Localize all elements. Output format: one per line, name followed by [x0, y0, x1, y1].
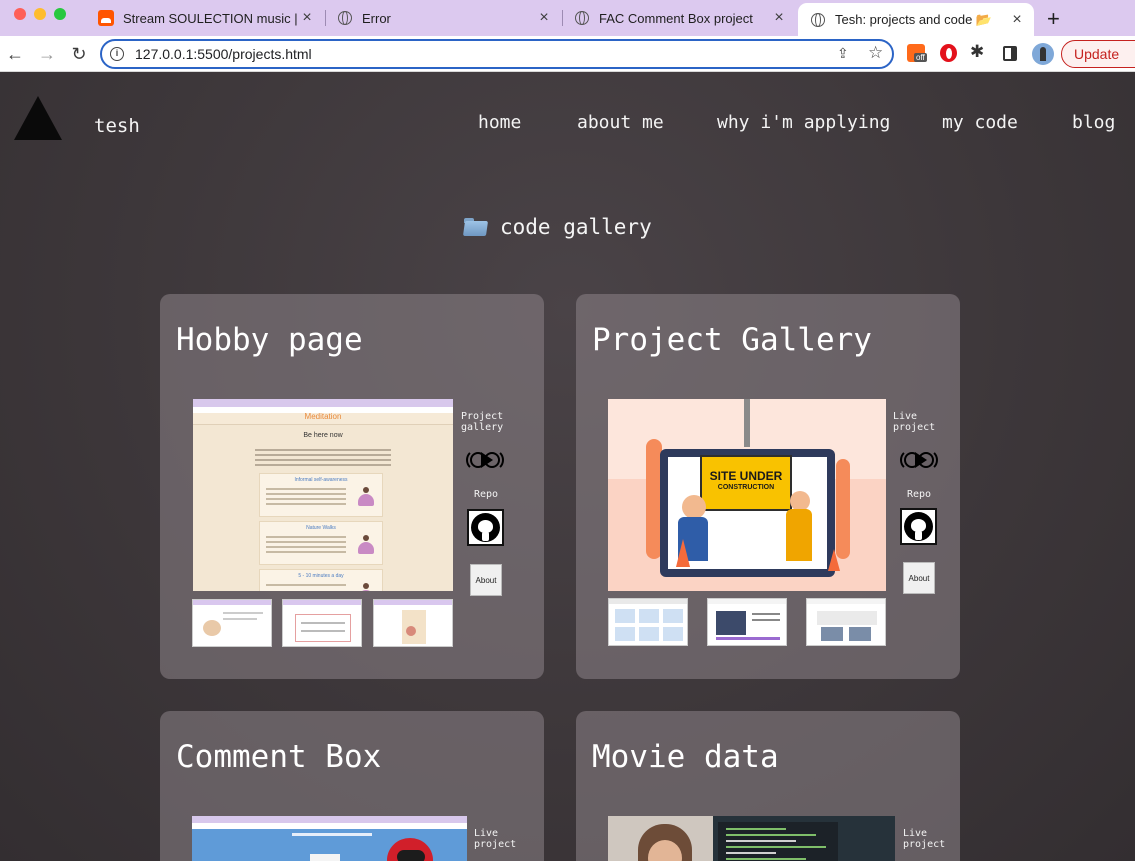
new-tab-plus-icon[interactable]: + [1047, 6, 1060, 32]
preview-text-line [255, 464, 391, 466]
preview-tabbar [193, 399, 453, 407]
gallery-title-text: code gallery [500, 215, 652, 239]
preview-subheading: Be here now [303, 432, 343, 439]
preview-section: Nature Walks [259, 521, 383, 565]
preview-section-title: 5 - 10 minutes a day [298, 573, 344, 579]
puzzle-extensions-icon[interactable]: ✱ [970, 42, 984, 62]
preview-text-line [255, 449, 391, 451]
extension-badge: off [914, 53, 927, 62]
preview-text-line [255, 454, 391, 456]
project-link-label[interactable]: Live project [474, 828, 544, 850]
forward-arrow-icon[interactable]: → [35, 42, 59, 66]
extension-icon[interactable]: off [907, 44, 927, 62]
screenshot-thumbnail[interactable] [192, 599, 272, 647]
screenshot-thumbnail[interactable] [707, 598, 787, 646]
about-button[interactable]: About [903, 562, 935, 594]
project-card-hobby: Hobby page Meditation Be here now Inform… [160, 294, 544, 679]
screenshot-thumbnail[interactable] [373, 599, 453, 647]
tab-title: Stream SOULECTION music | L [123, 10, 300, 26]
live-broadcast-icon[interactable] [466, 446, 504, 474]
project-screenshot[interactable] [608, 816, 895, 861]
project-card-comment-box: Comment Box Live project [160, 711, 544, 861]
side-panel-icon[interactable] [1003, 46, 1017, 61]
maximize-window-button[interactable] [54, 8, 66, 20]
preview-text-line [255, 459, 391, 461]
nav-about-me[interactable]: about me [577, 112, 664, 133]
about-button[interactable]: About [470, 564, 502, 596]
project-title: Movie data [592, 739, 779, 775]
share-icon[interactable]: ⇪ [837, 45, 849, 62]
project-title: Project Gallery [592, 322, 872, 358]
close-icon[interactable]: × [300, 9, 314, 27]
close-icon[interactable]: × [1010, 11, 1024, 29]
update-button[interactable]: Update [1061, 40, 1135, 68]
logo-triangle-icon[interactable] [14, 96, 62, 140]
globe-icon [337, 10, 353, 26]
project-screenshot[interactable]: Meditation Be here now Informal self-awa… [193, 399, 453, 591]
folder-icon [464, 218, 487, 236]
project-title: Hobby page [176, 322, 363, 358]
project-screenshot[interactable]: SITE UNDER CONSTRUCTION [608, 399, 886, 591]
soundcloud-icon [98, 10, 114, 26]
globe-icon [574, 10, 590, 26]
url-text[interactable]: 127.0.0.1:5500/projects.html [135, 46, 312, 62]
tab-comment-box[interactable]: FAC Comment Box project × [562, 0, 796, 36]
repo-label: Repo [474, 489, 499, 500]
nav-why-applying[interactable]: why i'm applying [717, 112, 890, 133]
meditation-figure-icon [358, 487, 374, 507]
screenshot-thumbnail[interactable] [608, 598, 688, 646]
globe-icon [810, 12, 826, 28]
nav-blog[interactable]: blog [1072, 112, 1115, 133]
live-broadcast-icon[interactable] [900, 446, 938, 474]
screenshot-thumbnail[interactable] [282, 599, 362, 647]
bookmark-star-icon[interactable]: ☆ [868, 43, 883, 63]
address-bar[interactable]: i 127.0.0.1:5500/projects.html ⇪ ☆ [100, 39, 894, 69]
sign-text-line2: CONSTRUCTION [717, 484, 775, 491]
tab-soulection[interactable]: Stream SOULECTION music | L × [86, 0, 324, 36]
browser-toolbar: ← → ↻ i 127.0.0.1:5500/projects.html ⇪ ☆… [0, 36, 1135, 72]
nav-my-code[interactable]: my code [942, 112, 1018, 133]
site-info-icon[interactable]: i [110, 47, 124, 61]
meditation-figure-icon [358, 583, 374, 591]
meditation-figure-icon [358, 535, 374, 555]
github-icon[interactable] [467, 509, 504, 546]
profile-avatar[interactable] [1032, 43, 1054, 65]
close-icon[interactable]: × [772, 9, 786, 27]
project-card-movie-data: Movie data Live project [576, 711, 960, 861]
preview-heading: Meditation [304, 412, 342, 421]
project-link-label[interactable]: Live project [893, 411, 960, 433]
tab-title: Tesh: projects and code 📂 [835, 11, 993, 27]
tab-error[interactable]: Error × [325, 0, 561, 36]
tab-projects-active[interactable]: Tesh: projects and code 📂 × [798, 3, 1034, 36]
preview-section-title: Informal self-awareness [294, 477, 348, 483]
minimize-window-button[interactable] [34, 8, 46, 20]
project-title: Comment Box [176, 739, 382, 775]
nav-home[interactable]: home [478, 112, 521, 133]
project-link-label[interactable]: Live project [903, 828, 960, 850]
preview-section: Informal self-awareness [259, 473, 383, 517]
back-arrow-icon[interactable]: ← [3, 42, 27, 66]
project-screenshot[interactable] [192, 816, 467, 861]
close-window-button[interactable] [14, 8, 26, 20]
project-card-gallery: Project Gallery SITE UNDER CONSTRUCTION … [576, 294, 960, 679]
tab-title: Error [362, 10, 391, 26]
tab-title: FAC Comment Box project [599, 10, 753, 26]
preview-section: 5 - 10 minutes a day [259, 569, 383, 591]
github-icon[interactable] [900, 508, 937, 545]
gallery-heading: code gallery [464, 215, 652, 239]
sign-text-line1: SITE UNDER [709, 469, 783, 483]
repo-label: Repo [907, 489, 932, 500]
close-icon[interactable]: × [537, 9, 551, 27]
screenshot-thumbnail[interactable] [806, 598, 886, 646]
reload-icon[interactable]: ↻ [67, 42, 91, 66]
page-content: tesh home about me why i'm applying my c… [0, 72, 1135, 861]
opera-extension-icon[interactable] [940, 44, 957, 62]
preview-section-title: Nature Walks [306, 525, 336, 531]
brand-name[interactable]: tesh [94, 115, 140, 137]
browser-tab-bar: Stream SOULECTION music | L × Error × FA… [0, 0, 1135, 36]
project-link-label[interactable]: Project gallery [461, 411, 544, 433]
